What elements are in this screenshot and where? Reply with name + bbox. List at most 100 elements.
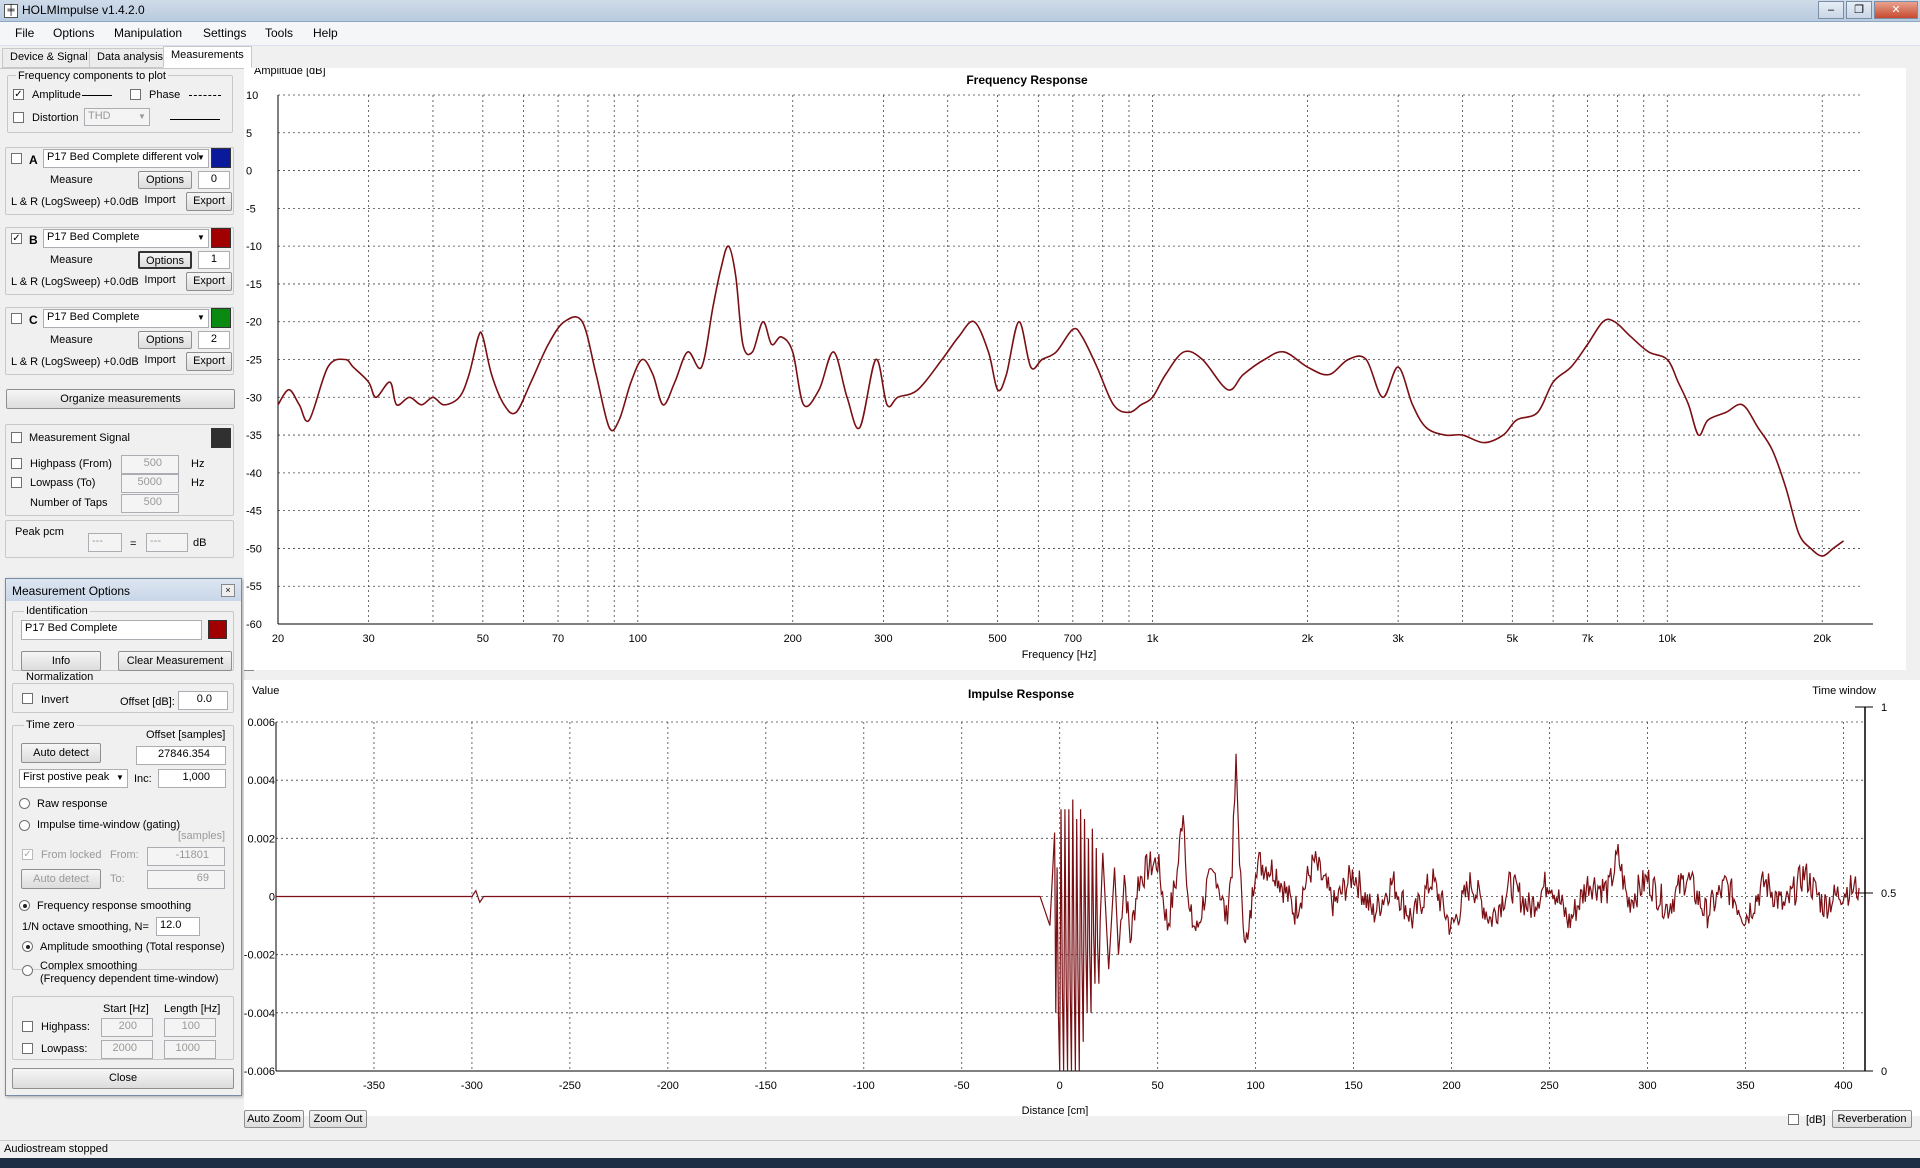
slot-letter: B	[29, 233, 38, 247]
time-window-label: Time window	[1812, 685, 1876, 697]
close-button[interactable]: Close	[12, 1068, 234, 1089]
menu-manipulation[interactable]: Manipulation	[114, 26, 182, 40]
measure-button[interactable]: Measure	[50, 334, 93, 346]
slot-a-checkbox[interactable]	[11, 153, 22, 164]
phase-label: Phase	[149, 89, 181, 101]
highpass-length-input[interactable]: 100	[164, 1018, 216, 1037]
x-tick-label: 3k	[1392, 633, 1404, 645]
x-tick-label: 30	[363, 633, 375, 645]
measurement-color-swatch[interactable]	[208, 620, 227, 639]
measurement-name-input[interactable]: P17 Bed Complete	[21, 620, 202, 640]
close-icon[interactable]: ×	[221, 584, 235, 597]
highpass-from-label: Highpass (From)	[30, 458, 112, 470]
tab-measurements[interactable]: Measurements	[163, 46, 252, 68]
slot-color-swatch[interactable]	[211, 228, 231, 248]
tab-device-signal[interactable]: Device & Signal	[2, 48, 96, 68]
slot-b-checkbox[interactable]: ✓	[11, 233, 22, 244]
x-tick-label: 50	[1152, 1080, 1164, 1092]
amplitude-checkbox[interactable]: ✓	[13, 89, 24, 100]
reverberation-button[interactable]: Reverberation	[1832, 1110, 1912, 1128]
import-button[interactable]: Import	[138, 192, 182, 211]
from-input[interactable]: -11801	[147, 847, 225, 866]
lowpass-to-checkbox[interactable]	[11, 477, 22, 488]
auto-detect-button[interactable]: Auto detect	[21, 743, 101, 763]
minimize-icon[interactable]: –	[1818, 1, 1844, 19]
auto-detect-window-button[interactable]: Auto detect	[21, 869, 101, 889]
maximize-icon[interactable]: ❐	[1846, 1, 1872, 19]
import-button[interactable]: Import	[138, 352, 182, 371]
lowpass-start-input[interactable]: 2000	[101, 1040, 153, 1059]
tab-data-analysis[interactable]: Data analysis	[89, 48, 172, 68]
db-checkbox[interactable]	[1788, 1114, 1799, 1125]
x-tick-label: 300	[874, 633, 892, 645]
auto-zoom-button[interactable]: Auto Zoom	[244, 1110, 304, 1128]
highpass-start-input[interactable]: 200	[101, 1018, 153, 1037]
offset-db-input[interactable]: 0.0	[178, 691, 228, 710]
octave-input[interactable]: 12.0	[156, 917, 200, 936]
to-input[interactable]: 69	[147, 870, 225, 889]
signal-color-swatch[interactable]	[211, 428, 231, 448]
phase-checkbox[interactable]	[130, 89, 141, 100]
distortion-checkbox[interactable]	[13, 112, 24, 123]
amplitude-smoothing-radio[interactable]	[22, 941, 33, 952]
measure-button[interactable]: Measure	[50, 254, 93, 266]
menu-settings[interactable]: Settings	[203, 26, 246, 40]
organize-measurements-button[interactable]: Organize measurements	[6, 389, 235, 409]
x-tick-label: 150	[1344, 1080, 1362, 1092]
x-tick-label: 400	[1834, 1080, 1852, 1092]
highpass-from-checkbox[interactable]	[11, 458, 22, 469]
complex-smoothing-radio[interactable]	[22, 965, 33, 976]
options-button[interactable]: Options	[138, 171, 192, 189]
info-button[interactable]: Info	[21, 651, 101, 671]
options-button[interactable]: Options	[138, 331, 192, 349]
menu-options[interactable]: Options	[53, 26, 94, 40]
measurement-signal-label: Measurement Signal	[29, 432, 130, 444]
gating-radio[interactable]	[19, 820, 30, 831]
smoothing-radio[interactable]	[19, 900, 30, 911]
slot-index-input[interactable]: 2	[198, 331, 230, 349]
export-button[interactable]: Export	[186, 352, 232, 371]
export-button[interactable]: Export	[186, 192, 232, 211]
window-title: HOLMImpulse v1.4.2.0	[22, 3, 145, 17]
y-tick-label: -0.006	[244, 1066, 275, 1078]
import-button[interactable]: Import	[138, 272, 182, 291]
invert-checkbox[interactable]	[22, 693, 33, 704]
offset-samples-input[interactable]: 27846.354	[136, 746, 226, 765]
x-tick-label: 0	[1057, 1080, 1063, 1092]
menu-tools[interactable]: Tools	[265, 26, 293, 40]
x-tick-label: 200	[784, 633, 802, 645]
options-button[interactable]: Options	[138, 251, 192, 269]
x-tick-label: 100	[629, 633, 647, 645]
number-of-taps-input[interactable]: 500	[121, 494, 179, 513]
measurement-signal-checkbox[interactable]	[11, 432, 22, 443]
slot-color-swatch[interactable]	[211, 308, 231, 328]
measure-button[interactable]: Measure	[50, 174, 93, 186]
slot-c-checkbox[interactable]	[11, 313, 22, 324]
menu-file[interactable]: File	[15, 26, 34, 40]
highpass-from-input[interactable]: 500	[121, 455, 179, 474]
lowpass-to-label: Lowpass (To)	[30, 477, 96, 489]
slot-index-input[interactable]: 0	[198, 171, 230, 189]
slot-name-select[interactable]: P17 Bed Complete different vol	[43, 149, 209, 168]
lowpass-length-input[interactable]: 1000	[164, 1040, 216, 1059]
from-locked-checkbox[interactable]: ✓	[22, 849, 33, 860]
peak-detect-select[interactable]: First postive peak	[19, 769, 128, 788]
lowpass-to-input[interactable]: 5000	[121, 474, 179, 493]
slot-color-swatch[interactable]	[211, 148, 231, 168]
clear-measurement-button[interactable]: Clear Measurement	[118, 651, 232, 671]
start-hz-label: Start [Hz]	[103, 1003, 149, 1015]
number-of-taps-label: Number of Taps	[30, 497, 108, 509]
slot-index-input[interactable]: 1	[198, 251, 230, 269]
slot-name-select[interactable]: P17 Bed Complete	[43, 309, 209, 328]
zoom-out-button[interactable]: Zoom Out	[309, 1110, 367, 1128]
lowpass-checkbox[interactable]	[22, 1043, 33, 1054]
slot-name-select[interactable]: P17 Bed Complete	[43, 229, 209, 248]
inc-input[interactable]: 1,000	[158, 769, 226, 788]
y-tick-label: 0	[246, 166, 252, 178]
menu-help[interactable]: Help	[313, 26, 338, 40]
highpass-checkbox[interactable]	[22, 1021, 33, 1032]
export-button[interactable]: Export	[186, 272, 232, 291]
samples-label: [samples]	[178, 830, 226, 842]
raw-response-radio[interactable]	[19, 798, 30, 809]
close-icon[interactable]: ✕	[1874, 1, 1918, 19]
